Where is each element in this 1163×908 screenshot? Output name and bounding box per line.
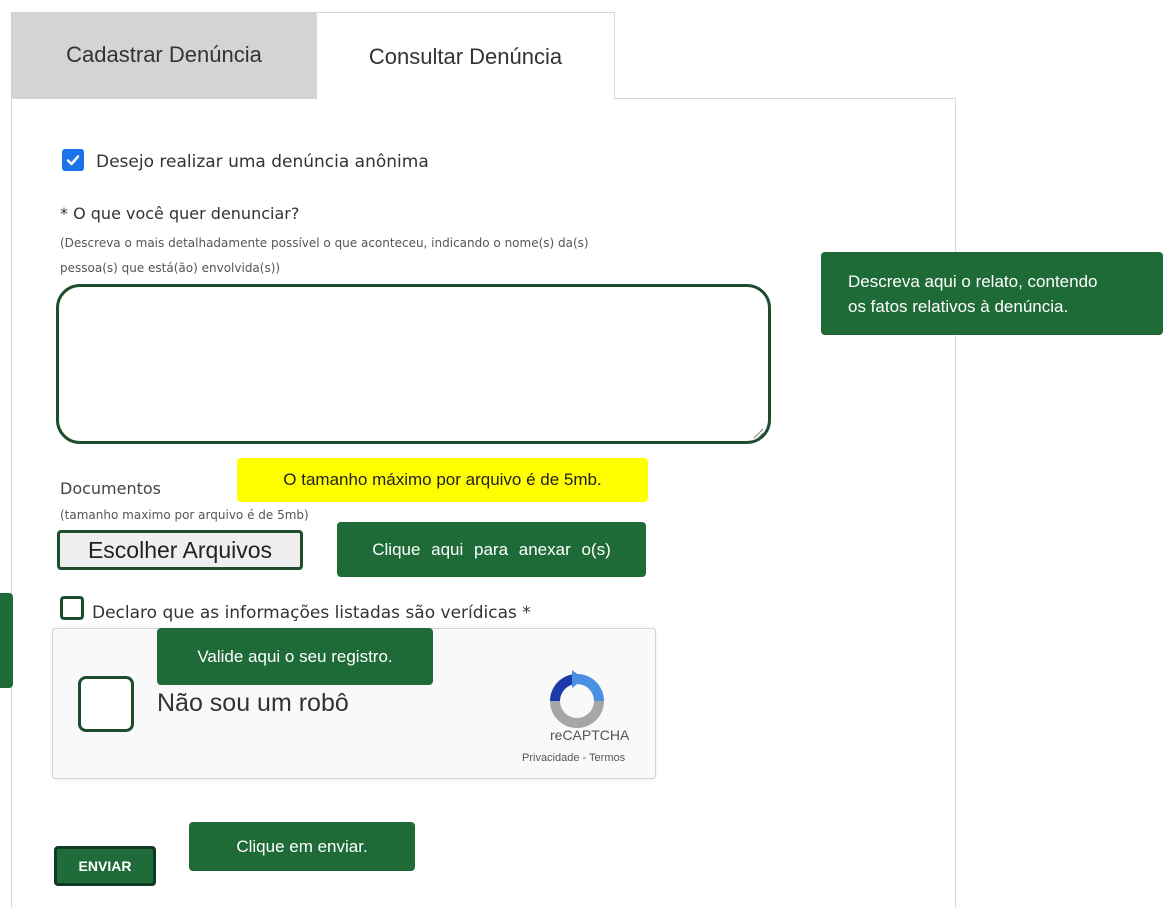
declaration-label: Declaro que as informações listadas são … [92, 603, 531, 623]
callout-file-size: O tamanho máximo por arquivo é de 5mb. [237, 458, 648, 502]
description-help-line2: pessoa(s) que está(ão) envolvida(s)) [60, 261, 281, 275]
recaptcha-links[interactable]: Privacidade - Termos [522, 752, 625, 764]
recaptcha-label: Não sou um robô [157, 689, 349, 717]
callout-description-line2: os fatos relativos à denúncia. [848, 297, 1069, 316]
recaptcha-brand: reCAPTCHA [550, 727, 630, 743]
callout-attach: Clique aqui para anexar o(s) [337, 522, 646, 577]
recaptcha-checkbox[interactable] [78, 676, 134, 732]
callout-description: Descreva aqui o relato, contendo os fato… [821, 252, 1163, 335]
documents-label: Documentos [60, 479, 162, 498]
callout-description-line1: Descreva aqui o relato, contendo [848, 272, 1098, 291]
submit-button[interactable]: ENVIAR [54, 846, 156, 886]
choose-files-button[interactable]: Escolher Arquivos [57, 530, 303, 570]
description-help-line1: (Descreva o mais detalhadamente possível… [60, 236, 589, 250]
tab-consultar-denuncia[interactable]: Consultar Denúncia [316, 12, 615, 100]
anonymous-label: Desejo realizar uma denúncia anônima [96, 152, 429, 172]
check-icon [66, 155, 80, 166]
callout-declaration [0, 593, 13, 688]
description-label: * O que você quer denunciar? [60, 204, 300, 223]
declaration-checkbox[interactable] [60, 596, 84, 620]
tab-cadastrar-denuncia[interactable]: Cadastrar Denúncia [11, 12, 317, 98]
resize-handle-icon[interactable] [752, 424, 764, 439]
description-textarea[interactable] [56, 284, 771, 444]
documents-help: (tamanho maximo por arquivo é de 5mb) [60, 508, 309, 522]
recaptcha-logo-icon [550, 670, 604, 728]
callout-validate: Valide aqui o seu registro. [157, 628, 433, 685]
callout-submit: Clique em enviar. [189, 822, 415, 871]
anonymous-checkbox[interactable] [62, 149, 84, 171]
